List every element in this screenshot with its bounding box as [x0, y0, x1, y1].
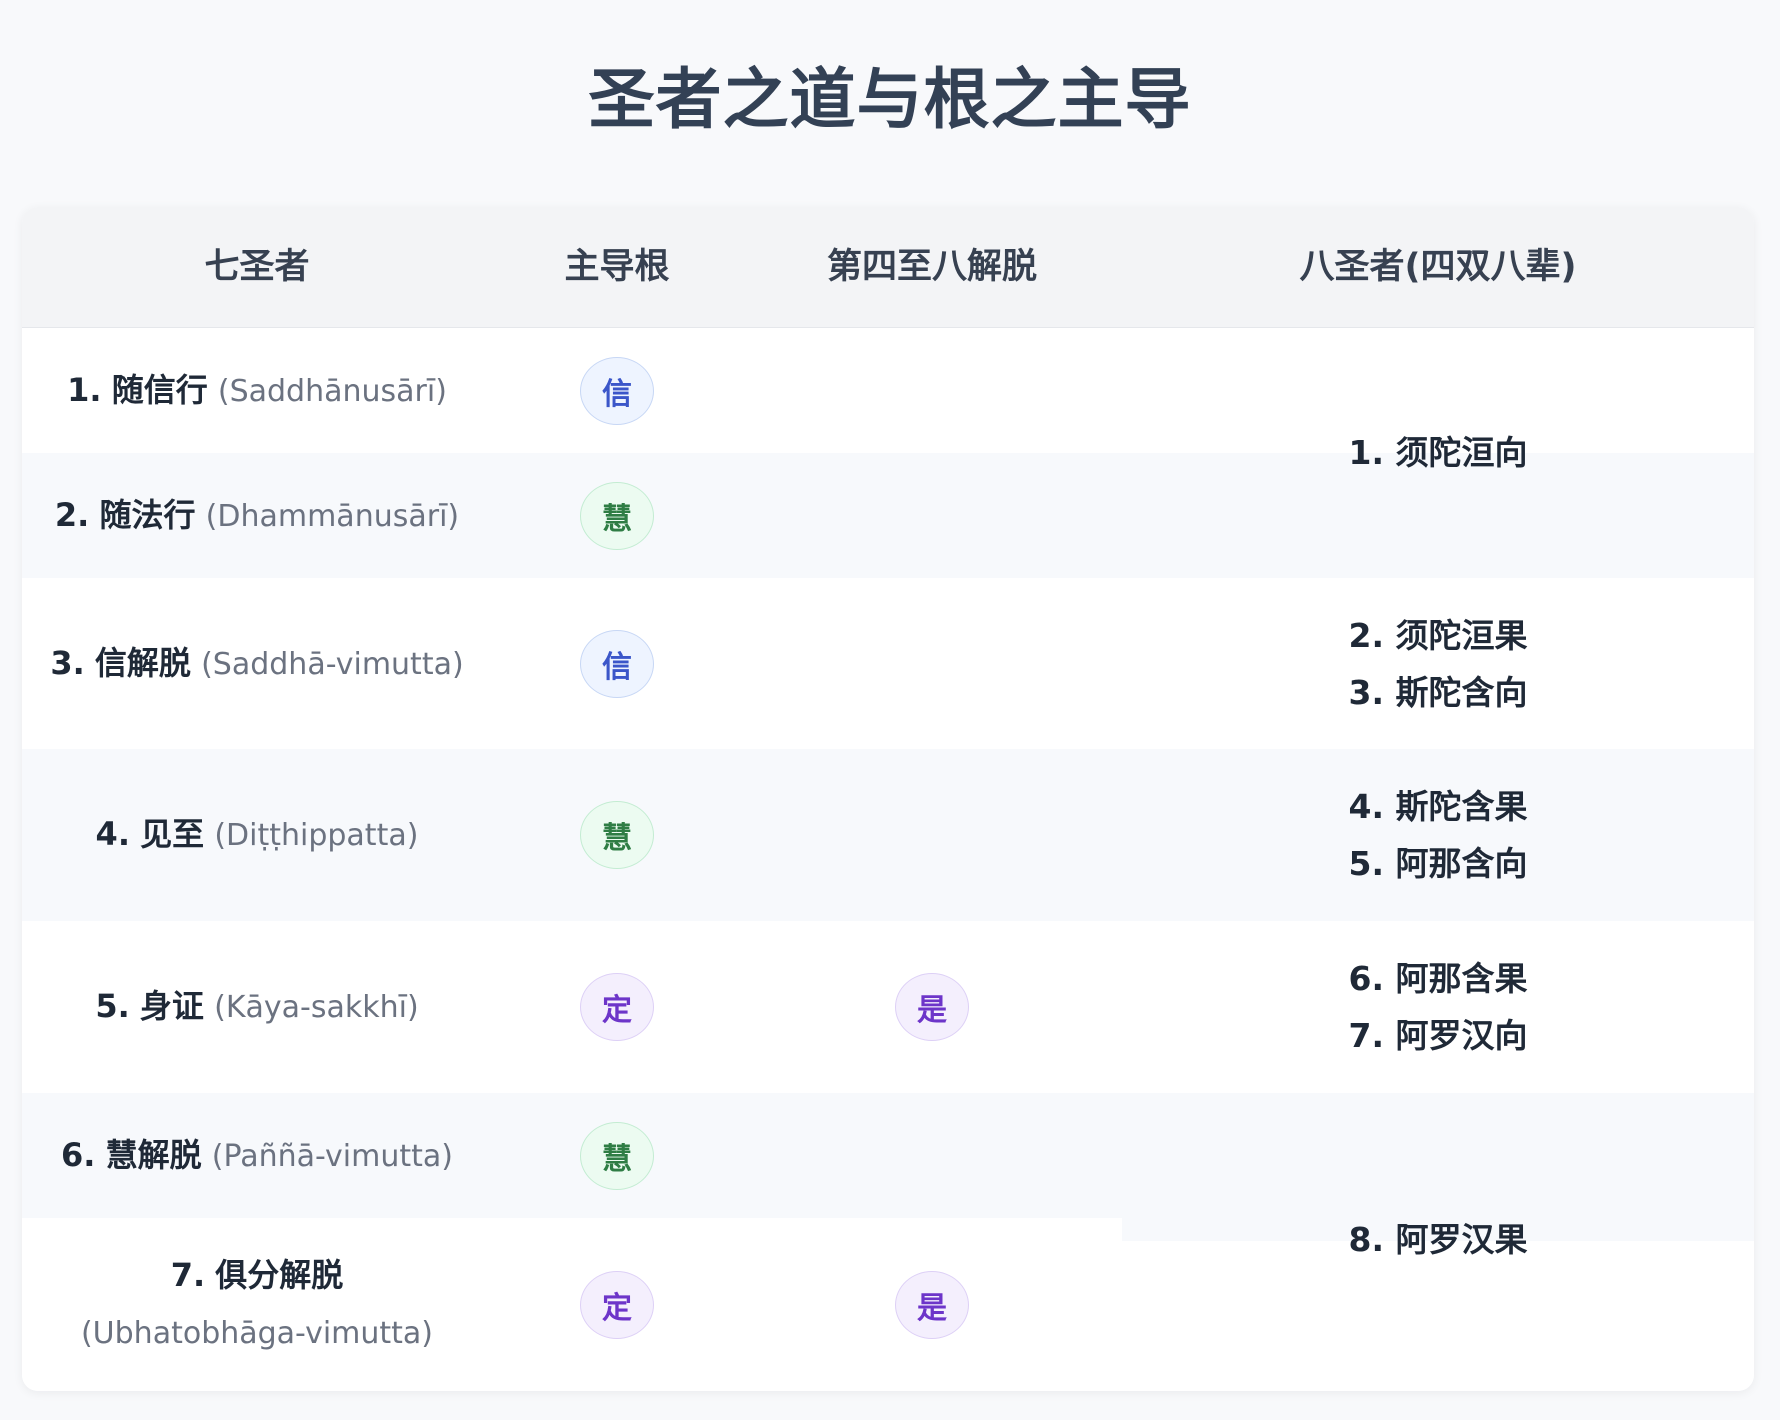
person-name: 慧解脱 [105, 1135, 202, 1174]
eight-noble-item: 1. 须陀洹向 [1348, 433, 1528, 472]
person-cell: 7. 俱分解脱 (Ubhatobhāga-vimutta) [22, 1218, 492, 1391]
column-header-liberations: 第四至八解脱 [826, 247, 1037, 287]
person-pali: (Saddhānusārī) [217, 373, 447, 409]
root-badge-faith: 信 [580, 356, 654, 425]
person-pali: (Paññā-vimutta) [211, 1138, 453, 1174]
eight-noble-item: 3. 斯陀含向 [1348, 673, 1528, 712]
liberation-yes-badge: 是 [895, 1270, 969, 1339]
person-number: 7. [170, 1256, 206, 1294]
person-name: 身证 [139, 987, 204, 1025]
person-cell: 1. 随信行 (Saddhānusārī) [22, 328, 492, 453]
eight-noble-item: 5. 阿那含向 [1348, 844, 1528, 883]
root-badge-faith: 信 [580, 629, 654, 698]
root-badge-wisdom: 慧 [580, 801, 654, 869]
root-cell: 信 [492, 578, 742, 749]
root-cell: 慧 [492, 749, 742, 921]
person-number: 6. [61, 1135, 96, 1174]
root-badge-concentration: 定 [580, 1270, 654, 1339]
table-row: 4. 见至 (Diṭṭhippatta) 慧 [22, 749, 1122, 922]
root-cell: 信 [492, 328, 742, 453]
column-header-seven-noble: 七圣者 [204, 247, 310, 287]
person-pali: (Diṭṭhippatta) [214, 818, 419, 853]
root-cell: 慧 [492, 1093, 742, 1218]
person-number: 2. [54, 495, 90, 534]
table-row: 5. 身证 (Kāya-sakkhī) 定 是 [22, 921, 1122, 1094]
page-title: 圣者之道与根之主导 [588, 61, 1192, 138]
person-number: 4. [95, 815, 130, 853]
liberation-cell: 是 [742, 1218, 1122, 1391]
person-name: 随信行 [111, 370, 208, 409]
person-pali: (Kāya-sakkhī) [214, 990, 419, 1025]
root-cell: 定 [492, 1218, 742, 1391]
person-name: 信解脱 [94, 643, 191, 682]
eight-noble-group: 8. 阿罗汉果 [1122, 1093, 1754, 1391]
table-row: 6. 慧解脱 (Paññā-vimutta) 慧 [22, 1093, 1122, 1219]
root-cell: 定 [492, 921, 742, 1093]
root-badge-wisdom: 慧 [580, 481, 654, 550]
person-pali: (Saddhā-vimutta) [201, 646, 464, 682]
root-cell: 慧 [492, 453, 742, 578]
eight-noble-item: 2. 须陀洹果 [1348, 616, 1528, 655]
eight-noble-group: 4. 斯陀含果 5. 阿那含向 [1122, 749, 1754, 922]
person-pali: (Ubhatobhāga-vimutta) [80, 1316, 434, 1351]
person-cell: 2. 随法行 (Dhammānusārī) [22, 453, 492, 578]
root-badge-concentration: 定 [580, 973, 654, 1041]
person-cell: 3. 信解脱 (Saddhā-vimutta) [22, 578, 492, 749]
person-name: 随法行 [99, 495, 196, 534]
person-cell: 6. 慧解脱 (Paññā-vimutta) [22, 1093, 492, 1218]
eight-noble-item: 4. 斯陀含果 [1348, 787, 1528, 826]
person-pali: (Dhammānusārī) [205, 498, 460, 534]
column-header-eight-noble: 八圣者(四双八辈) [1299, 247, 1577, 287]
column-header-leading-root: 主导根 [564, 247, 670, 287]
person-name: 俱分解脱 [215, 1256, 344, 1294]
table-header: 七圣者 主导根 第四至八解脱 八圣者(四双八辈) [22, 207, 1754, 328]
person-number: 3. [50, 643, 85, 682]
person-cell: 5. 身证 (Kāya-sakkhī) [22, 921, 492, 1093]
liberation-cell: 是 [742, 921, 1122, 1093]
table-row: 3. 信解脱 (Saddhā-vimutta) 信 [22, 578, 1122, 750]
eight-noble-group: 2. 须陀洹果 3. 斯陀含向 [1122, 578, 1754, 750]
eight-noble-item: 7. 阿罗汉向 [1348, 1016, 1528, 1055]
person-name: 见至 [140, 815, 205, 853]
table-row: 7. 俱分解脱 (Ubhatobhāga-vimutta) 定 是 [22, 1218, 1122, 1391]
eight-noble-item: 8. 阿罗汉果 [1348, 1220, 1528, 1259]
table-row: 1. 随信行 (Saddhānusārī) 信 [22, 328, 1122, 454]
root-badge-wisdom: 慧 [580, 1121, 654, 1190]
eight-noble-group: 1. 须陀洹向 [1122, 328, 1754, 579]
table-row: 2. 随法行 (Dhammānusārī) 慧 [22, 453, 1122, 579]
liberation-yes-badge: 是 [895, 973, 969, 1041]
eight-noble-item: 6. 阿那含果 [1348, 959, 1528, 998]
eight-noble-group: 6. 阿那含果 7. 阿罗汉向 [1122, 921, 1754, 1094]
person-number: 1. [67, 370, 102, 409]
person-number: 5. [95, 987, 130, 1025]
table-card: 七圣者 主导根 第四至八解脱 八圣者(四双八辈) 1. 随信行 (Saddhān… [22, 207, 1754, 1391]
person-cell: 4. 见至 (Diṭṭhippatta) [22, 749, 492, 921]
